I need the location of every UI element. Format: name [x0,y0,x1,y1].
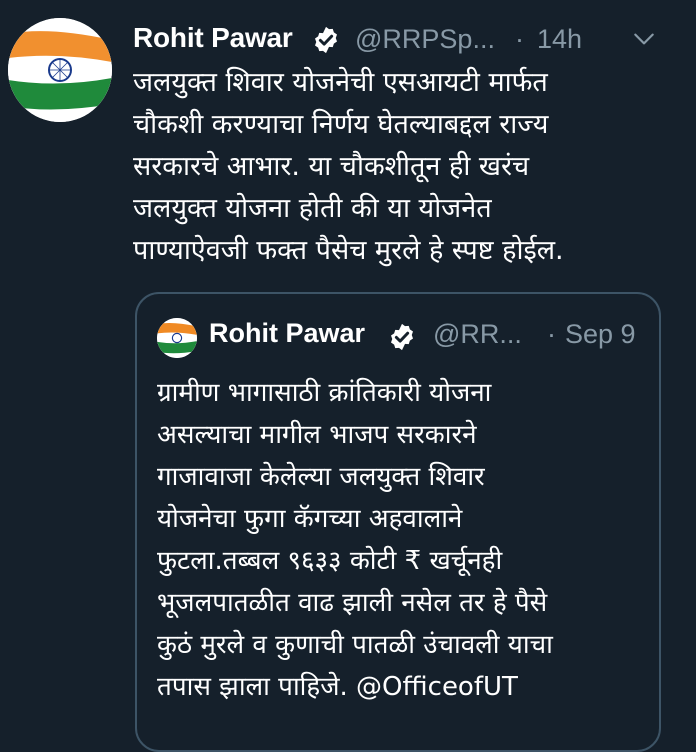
quoted-author-name[interactable]: Rohit Pawar [209,318,365,349]
india-flag-avatar-icon [157,318,197,358]
quoted-author-handle[interactable]: @RR... [433,319,522,350]
author-name[interactable]: Rohit Pawar [133,22,293,54]
tweet[interactable]: Rohit Pawar @RRPSp... · 14h जलयुक्त शिवा… [0,0,696,752]
author-avatar[interactable] [8,18,112,122]
quoted-timestamp[interactable]: Sep 9 [565,319,636,350]
tweet-header: Rohit Pawar @RRPSp... · 14h [133,20,673,64]
india-flag-avatar-icon [8,18,112,122]
verified-badge-icon [391,323,413,351]
quoted-tweet-text: ग्रामीण भागासाठी क्रांतिकारी योजना असल्य… [157,378,553,702]
separator-dot: · [547,319,556,349]
separator-dot: · [515,24,524,54]
quoted-author-avatar[interactable] [157,318,197,358]
chevron-down-icon[interactable] [629,26,659,52]
quoted-tweet[interactable]: Rohit Pawar @RR... · Sep 9 ग्रामीण भागास… [135,292,661,752]
author-handle[interactable]: @RRPSp... [355,24,495,55]
tweet-timestamp[interactable]: 14h [537,24,582,55]
verified-badge-icon [315,26,337,54]
tweet-text: जलयुक्त शिवार योजनेची एसआयटी मार्फत चौकश… [133,67,564,266]
